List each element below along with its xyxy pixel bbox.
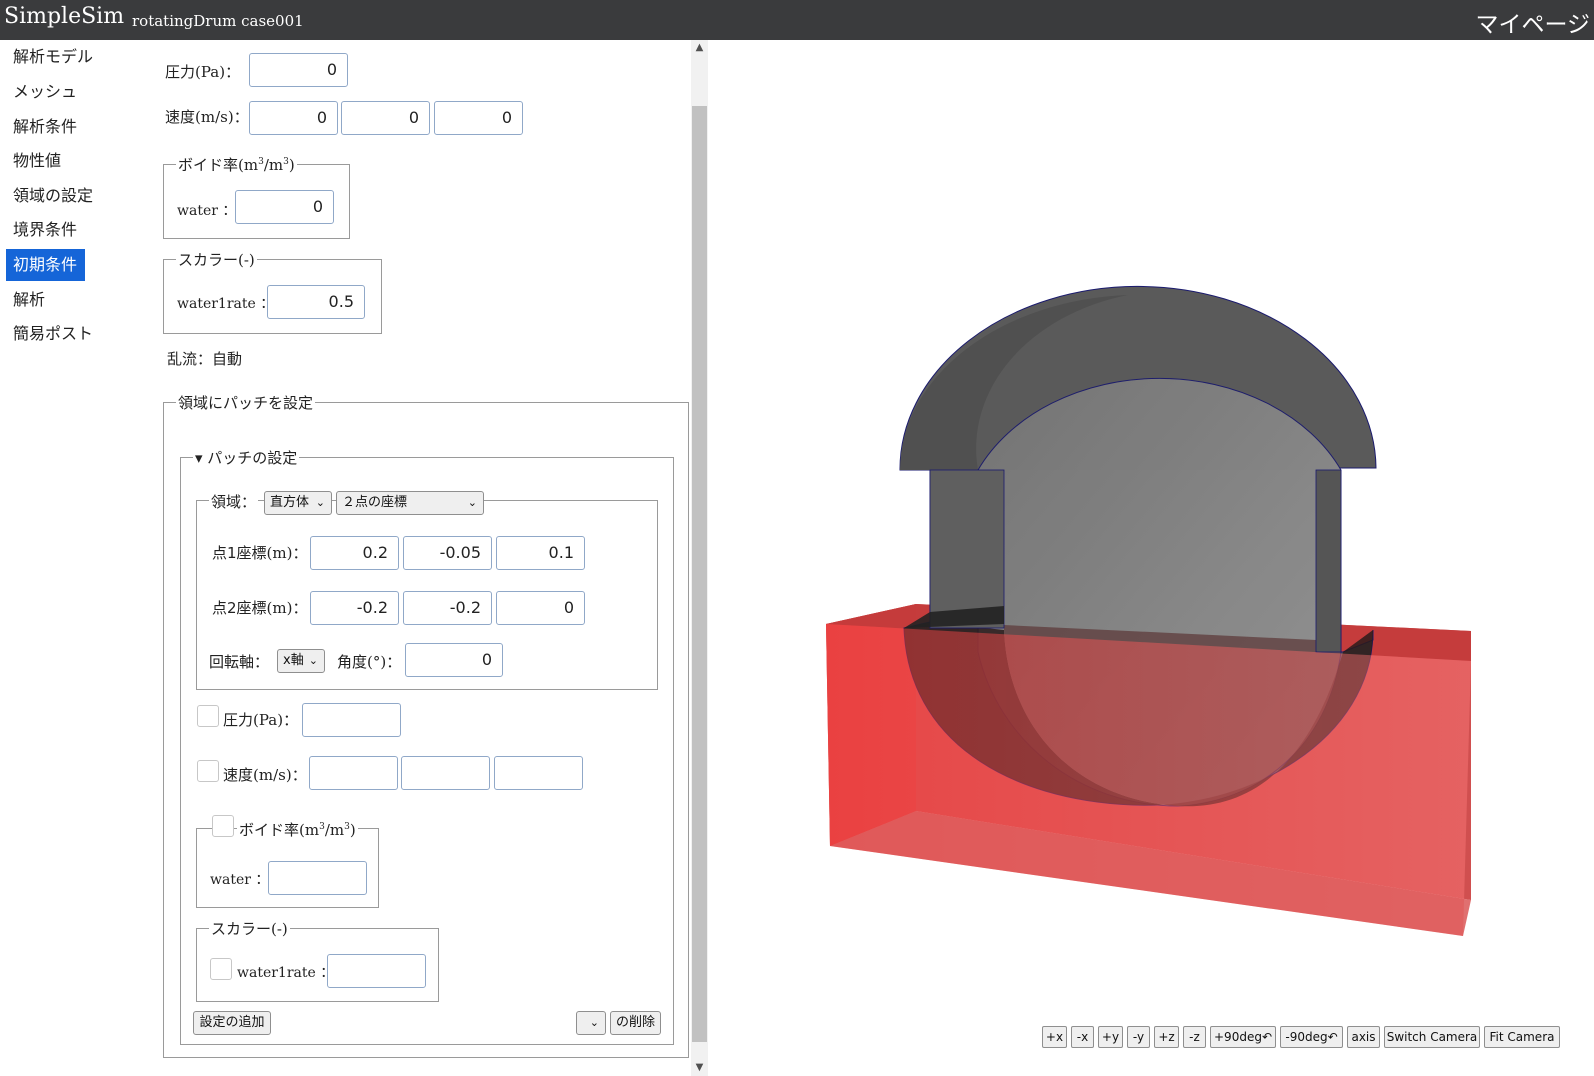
patch-details-summary[interactable]: ▾ パッチの設定 bbox=[193, 447, 300, 468]
add-setting-button[interactable]: 設定の追加 bbox=[193, 1011, 271, 1035]
case-name: rotatingDrum case001 bbox=[132, 12, 304, 30]
switch-camera-button[interactable]: Switch Camera bbox=[1384, 1026, 1480, 1048]
axis-button[interactable]: axis bbox=[1347, 1026, 1380, 1048]
point2-z-input[interactable]: 0 bbox=[496, 591, 585, 625]
patch-pressure-label: 圧力(Pa)： bbox=[223, 711, 299, 729]
sidebar-item-run[interactable]: 解析 bbox=[6, 284, 53, 316]
patch-velocity-label: 速度(m/s)： bbox=[223, 766, 307, 784]
scalar-water1rate-label: water1rate ： bbox=[177, 296, 275, 312]
top-bar: SimpleSim rotatingDrum case001 マイページ bbox=[0, 0, 1594, 40]
patch-velocity-checkbox[interactable] bbox=[197, 760, 219, 782]
view-plus-y-button[interactable]: +y bbox=[1098, 1026, 1123, 1048]
patch-section: 領域にパッチを設定 ▾ パッチの設定 領域： 直方体 ⌄ ２点の座標 ⌄ 点1座標(… bbox=[163, 392, 689, 1058]
point1-label: 点1座標(m)： bbox=[212, 544, 308, 562]
sidebar-item-simple-post[interactable]: 簡易ポスト bbox=[6, 318, 101, 350]
view-minus-y-button[interactable]: -y bbox=[1127, 1026, 1150, 1048]
void-water-input[interactable]: 0 bbox=[235, 190, 334, 224]
point2-label: 点2座標(m)： bbox=[212, 599, 308, 617]
patch-pressure-input[interactable] bbox=[302, 703, 401, 737]
view-plus-z-button[interactable]: +z bbox=[1154, 1026, 1179, 1048]
patch-void-legend: ボイド率(m3/m3) bbox=[237, 819, 358, 840]
sidebar-item-initial-conditions[interactable]: 初期条件 bbox=[6, 249, 86, 281]
patch-scalar-checkbox[interactable] bbox=[210, 958, 232, 980]
drum-right-slot bbox=[1315, 469, 1342, 653]
sidebar-item-region-settings[interactable]: 領域の設定 bbox=[6, 180, 101, 212]
point1-x-input[interactable]: 0.2 bbox=[310, 536, 399, 570]
drum-left-slot bbox=[929, 469, 1005, 629]
view-minus-x-button[interactable]: -x bbox=[1071, 1026, 1094, 1048]
delete-target-select[interactable]: ⌄ bbox=[576, 1011, 606, 1035]
sidebar-item-properties[interactable]: 物性値 bbox=[6, 145, 69, 177]
turbulence-text: 乱流：自動 bbox=[167, 350, 243, 368]
rotate-minus-90-button[interactable]: -90deg↶ bbox=[1280, 1026, 1343, 1048]
void-fraction-legend: ボイド率(m3/m3) bbox=[176, 154, 297, 175]
patch-details: ▾ パッチの設定 領域： 直方体 ⌄ ２点の座標 ⌄ 点1座標(m)： 0.2 -0… bbox=[180, 447, 674, 1045]
rotation-axis-select[interactable]: x軸 ⌄ bbox=[277, 649, 325, 673]
angle-label: 角度(°)： bbox=[337, 653, 402, 671]
velocity-label: 速度(m/s)： bbox=[165, 108, 249, 126]
scroll-thumb[interactable] bbox=[692, 106, 707, 1042]
void-fraction-group: ボイド率(m3/m3) water ： 0 bbox=[163, 154, 350, 239]
sidebar-item-mesh[interactable]: メッシュ bbox=[6, 76, 85, 108]
form-scrollbar[interactable]: ▲ ▼ bbox=[691, 40, 708, 1076]
patch-void-water-input[interactable] bbox=[268, 861, 367, 895]
3d-viewer[interactable] bbox=[708, 40, 1594, 1076]
delete-button[interactable]: の削除 bbox=[610, 1011, 661, 1035]
pressure-input[interactable]: 0 bbox=[249, 53, 348, 87]
patch-velocity-y-input[interactable] bbox=[401, 756, 490, 790]
app-title[interactable]: SimpleSim bbox=[4, 4, 124, 29]
scalar-group: スカラー(-) water1rate ： 0.5 bbox=[163, 249, 382, 334]
point1-y-input[interactable]: -0.05 bbox=[403, 536, 492, 570]
pressure-label: 圧力(Pa)： bbox=[165, 63, 241, 81]
region-group: 領域： 直方体 ⌄ ２点の座標 ⌄ 点1座標(m)： 0.2 -0.05 0.1 点… bbox=[196, 491, 658, 690]
scalar-water1rate-input[interactable]: 0.5 bbox=[267, 285, 365, 319]
scalar-legend: スカラー(-) bbox=[176, 249, 257, 270]
velocity-z-input[interactable]: 0 bbox=[434, 101, 523, 135]
velocity-x-input[interactable]: 0 bbox=[249, 101, 338, 135]
velocity-y-input[interactable]: 0 bbox=[341, 101, 430, 135]
point1-z-input[interactable]: 0.1 bbox=[496, 536, 585, 570]
initial-conditions-form: 圧力(Pa)： 0 速度(m/s)： 0 0 0 ボイド率(m3/m3) wat… bbox=[145, 40, 691, 1076]
point2-y-input[interactable]: -0.2 bbox=[403, 591, 492, 625]
view-minus-z-button[interactable]: -z bbox=[1183, 1026, 1206, 1048]
patch-pressure-checkbox[interactable] bbox=[197, 705, 219, 727]
rotation-axis-label: 回転軸： bbox=[209, 653, 270, 671]
sidebar-item-model[interactable]: 解析モデル bbox=[6, 41, 101, 73]
scroll-up-icon[interactable]: ▲ bbox=[691, 42, 708, 53]
point2-x-input[interactable]: -0.2 bbox=[310, 591, 399, 625]
sidebar-item-boundary-conditions[interactable]: 境界条件 bbox=[6, 214, 85, 246]
rotate-plus-90-button[interactable]: +90deg↶ bbox=[1210, 1026, 1276, 1048]
patch-void-group: ボイド率(m3/m3) water ： bbox=[196, 815, 379, 908]
void-water-label: water ： bbox=[177, 203, 237, 219]
sidebar-item-analysis-conditions[interactable]: 解析条件 bbox=[6, 111, 85, 143]
region-method-select[interactable]: ２点の座標 ⌄ bbox=[336, 491, 484, 515]
patch-velocity-x-input[interactable] bbox=[309, 756, 398, 790]
mypage-link[interactable]: マイページ bbox=[1475, 5, 1590, 39]
view-plus-x-button[interactable]: +x bbox=[1042, 1026, 1067, 1048]
patch-velocity-z-input[interactable] bbox=[494, 756, 583, 790]
region-legend: 領域： bbox=[209, 491, 259, 512]
patch-scalar-water1rate-label: water1rate ： bbox=[237, 965, 335, 981]
patch-scalar-legend: スカラー(-) bbox=[209, 918, 290, 939]
region-shape-select[interactable]: 直方体 ⌄ bbox=[264, 491, 332, 515]
patch-section-legend: 領域にパッチを設定 bbox=[176, 392, 316, 413]
scroll-down-icon[interactable]: ▼ bbox=[691, 1062, 708, 1073]
fit-camera-button[interactable]: Fit Camera bbox=[1484, 1026, 1560, 1048]
patch-scalar-group: スカラー(-) water1rate ： bbox=[196, 918, 439, 1002]
angle-input[interactable]: 0 bbox=[405, 643, 503, 677]
patch-void-water-label: water ： bbox=[210, 872, 270, 888]
scene-canvas[interactable] bbox=[708, 40, 1594, 1076]
patch-scalar-water1rate-input[interactable] bbox=[327, 954, 426, 988]
patch-void-checkbox[interactable] bbox=[212, 815, 234, 837]
